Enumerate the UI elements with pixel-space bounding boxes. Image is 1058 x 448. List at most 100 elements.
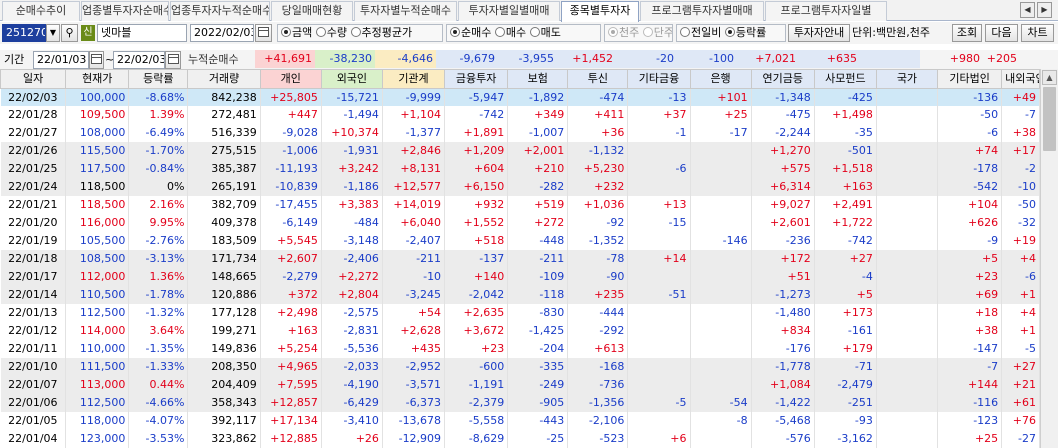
table-row[interactable]: 22/01/27 108,000 -6.49% 516,339 -9,028 +10,37… [0,124,1040,143]
table-cell: +272 [507,214,569,233]
table-row[interactable]: 22/01/11 110,000 -1.35% 149,836 +5,254 -5,536… [0,340,1040,359]
col-header-5[interactable]: 외국인 [320,69,383,89]
table-cell: 183,509 [187,232,261,251]
radio-quantity[interactable]: 수량 [315,26,347,39]
table-cell: -600 [444,358,509,376]
table-cell: -25 [507,429,569,448]
table-row[interactable]: 22/01/07 113,000 0.44% 204,409 +7,595 -4,190-… [0,376,1040,394]
table-row[interactable]: 22/01/20 116,000 9.95% 409,378 -6,149 -484 +6,… [0,214,1040,233]
table-cell: -5,468 [751,411,815,430]
table-cell: -6 [937,124,1003,143]
radio-buy[interactable]: 매수 [494,26,526,39]
radio-net-buy[interactable]: 순매수 [450,26,491,39]
vertical-scrollbar[interactable]: ▲ [1040,69,1058,448]
code-dropdown-button[interactable]: ▼ [46,24,60,42]
table-cell: -1.33% [128,358,189,376]
unit-radio-group[interactable]: 금액 수량 추정평균가 [277,24,443,42]
radio-avg-price[interactable]: 추정평균가 [350,26,412,39]
tab-3[interactable]: 당일매매현황 [271,1,353,21]
chart-button[interactable]: 차트 [1021,24,1054,42]
table-row[interactable]: 22/01/21 118,500 2.16% 382,709 -17,455 +3,383… [0,196,1040,215]
date-input[interactable]: 2022/02/03 [190,24,254,42]
table-cell: -10,839 [260,178,322,197]
next-button[interactable]: 다음 [985,24,1018,42]
radio-single-shares[interactable]: 단주 [642,26,672,39]
col-header-7[interactable]: 금융투자 [444,69,509,89]
table-row[interactable]: 22/01/13 112,500 -1.32% 177,128 +2,498 -2,575… [0,304,1040,323]
calendar-to-icon[interactable] [165,51,181,69]
col-header-2[interactable]: 등락률 [128,69,189,89]
share-radio-group[interactable]: 천주 단주 [604,24,673,42]
col-header-6[interactable]: 기관계 [381,69,446,89]
table-cell [876,160,939,179]
table-row[interactable]: 22/01/10 111,500 -1.33% 208,350 +4,965 -2,033… [0,358,1040,376]
query-button[interactable]: 조회 [952,24,982,42]
tab-1[interactable]: 업종별투자자순매수 [81,1,169,21]
table-row[interactable]: 22/01/28 109,500 1.39% 272,481 +447 -1,494 +1,… [0,106,1040,125]
table-cell: -2,279 [260,268,322,287]
tab-prev-icon[interactable]: ◀ [1020,2,1035,18]
table-row[interactable]: 22/01/19 105,500 -2.76% 183,509 +5,545 -3,148… [0,232,1040,251]
credit-badge: 신 [81,25,95,41]
radio-thousand-shares[interactable]: 천주 [608,26,639,39]
col-header-4[interactable]: 개인 [259,69,322,89]
radio-amount[interactable]: 금액 [281,26,312,39]
tab-4[interactable]: 투자자별누적순매수 [354,1,457,21]
table-cell: +6,314 [751,178,815,197]
col-header-10[interactable]: 기타금융 [627,69,691,89]
table-row[interactable]: 22/01/18 108,500 -3.13% 171,734 +2,607 -2,406… [0,250,1040,269]
col-header-3[interactable]: 거래량 [187,69,261,89]
table-cell: +1,518 [814,160,877,179]
tab-8[interactable]: 프로그램투자자일별 [765,1,887,21]
col-header-13[interactable]: 사모펀드 [813,69,877,89]
col-header-15[interactable]: 기타법인 [936,69,1003,89]
col-header-1[interactable]: 현재가 [65,69,130,89]
table-row[interactable]: 22/01/04 123,000 -3.53% 323,862 +12,885 +26 -1… [0,429,1040,448]
search-icon[interactable]: ⚲ [61,24,78,42]
table-cell: +74 [937,142,1003,161]
radio-sell[interactable]: 매도 [529,26,561,39]
table-cell: 22/01/27 [0,124,67,143]
tab-7[interactable]: 프로그램투자자별매매 [640,1,764,21]
col-header-14[interactable]: 국가 [875,69,939,89]
table-cell: +51 [751,268,815,287]
calendar-from-icon[interactable] [89,51,104,69]
col-header-16[interactable]: 내외국인 [1001,69,1040,89]
col-header-8[interactable]: 보험 [507,69,569,89]
calendar-icon[interactable] [255,24,272,42]
tab-0[interactable]: 순매수추이 [2,1,80,21]
table-cell: +1,036 [567,196,629,215]
table-cell: +173 [814,304,877,323]
period-to-input[interactable]: 22/02/03 [113,51,165,69]
table-cell: +2,601 [751,214,815,233]
table-row[interactable]: 22/01/25 117,500 -0.84% 385,387 -11,193 +3,24… [0,160,1040,179]
investor-table: 일자 현재가 등락률 거래량 개인 외국인 기관계 금융투자 보험 투신 기타금융 은행 연기금등 사모펀… [0,69,1040,448]
table-row[interactable]: 22/01/24 118,500 0% 265,191 -10,839 -1,186 +12… [0,178,1040,197]
trade-radio-group[interactable]: 순매수 매수 매도 [446,24,601,42]
table-row[interactable]: 22/01/17 112,000 1.36% 148,665 -2,279 +2,272-… [0,268,1040,287]
table-row[interactable]: 22/01/06 112,500 -4.66% 358,343 +12,857 -6,42… [0,393,1040,412]
change-radio-group[interactable]: 전일비 등락률 [676,24,786,42]
radio-prev-diff[interactable]: 전일비 [680,26,721,39]
stock-code-input[interactable]: 251270 [2,24,46,42]
scroll-thumb[interactable] [1043,87,1056,151]
table-row[interactable]: 22/01/14 110,500 -1.78% 120,886 +372 +2,804 -3… [0,286,1040,305]
table-cell [690,250,752,269]
col-header-9[interactable]: 투신 [567,69,629,89]
tab-6[interactable]: 종목별투자자 [561,1,639,22]
tab-2[interactable]: 업종투자자누적순매수 [170,1,270,21]
table-row[interactable]: 22/02/03 100,000 -8.68% 842,238 +25,805 -15,7… [0,88,1040,107]
investor-guide-button[interactable]: 투자자안내 [788,24,850,42]
col-header-12[interactable]: 연기금등 [750,69,815,89]
table-row[interactable]: 22/01/26 115,500 -1.70% 275,515 -1,006 -1,931… [0,142,1040,161]
radio-change-rate[interactable]: 등락률 [724,26,766,39]
col-header-11[interactable]: 은행 [689,69,752,89]
scroll-up-icon[interactable]: ▲ [1042,70,1057,85]
col-header-0[interactable]: 일자 [0,69,67,89]
tab-next-icon[interactable]: ▶ [1037,2,1052,18]
table-row[interactable]: 22/01/05 118,000 -4.07% 392,117 +17,134 -3,41… [0,411,1040,430]
table-cell: +4 [1001,304,1040,323]
period-from-input[interactable]: 22/01/03 [33,51,89,69]
table-row[interactable]: 22/01/12 114,000 3.64% 199,271 +163 -2,831 +2,… [0,322,1040,341]
tab-5[interactable]: 투자자별일별매매 [458,1,560,21]
